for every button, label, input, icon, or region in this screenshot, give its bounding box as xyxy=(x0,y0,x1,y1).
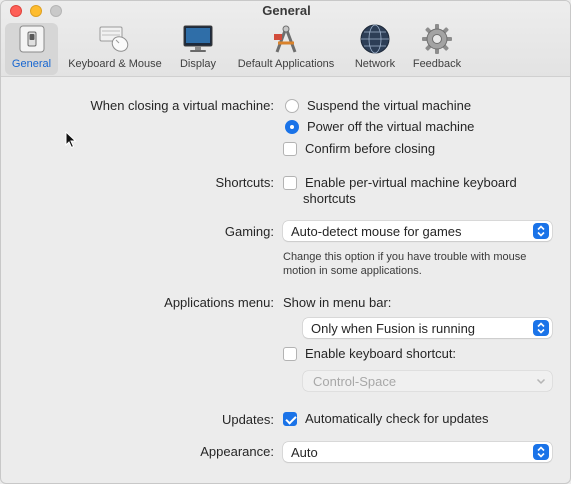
per-vm-shortcuts-checkbox[interactable]: Enable per-virtual machine keyboard xyxy=(283,175,517,190)
closing-label: When closing a virtual machine: xyxy=(90,98,274,113)
keyboard-shortcut-label: Enable keyboard shortcut: xyxy=(305,346,457,361)
auto-update-label: Automatically check for updates xyxy=(305,411,489,426)
toolbar-label-display: Display xyxy=(179,58,217,70)
keyboard-mouse-icon xyxy=(98,23,132,55)
toolbar-item-network[interactable]: Network xyxy=(350,23,400,75)
auto-update-checkbox[interactable]: Automatically check for updates xyxy=(283,411,489,426)
preferences-window: General General Keyboard & Mouse Display… xyxy=(0,0,571,484)
toolbar-item-display[interactable]: Display xyxy=(175,23,221,75)
updown-arrows-icon xyxy=(533,444,549,460)
feedback-gear-icon xyxy=(420,23,454,55)
toolbar-label-keyboard-mouse: Keyboard & Mouse xyxy=(68,58,162,70)
gaming-select-value: Auto-detect mouse for games xyxy=(291,223,462,239)
suspend-radio-button[interactable] xyxy=(285,98,299,113)
toolbar-label-general: General xyxy=(11,58,52,70)
per-vm-shortcuts-box[interactable] xyxy=(283,175,297,190)
updates-label: Updates: xyxy=(221,412,274,427)
general-switch-icon xyxy=(15,23,49,55)
confirm-before-closing-checkbox[interactable]: Confirm before closing xyxy=(283,141,435,156)
suspend-radio[interactable]: Suspend the virtual machine xyxy=(285,98,471,113)
power-off-radio[interactable]: Power off the virtual machine xyxy=(285,119,474,134)
toolbar-item-feedback[interactable]: Feedback xyxy=(409,23,465,75)
per-vm-shortcuts-label-line2: shortcuts xyxy=(303,191,356,206)
applications-menu-select[interactable]: Only when Fusion is running xyxy=(303,318,552,338)
display-icon xyxy=(181,23,215,55)
mouse-pointer-icon xyxy=(65,130,77,152)
keyboard-shortcut-select-value: Control-Space xyxy=(313,373,397,389)
suspend-radio-label: Suspend the virtual machine xyxy=(307,98,472,113)
confirm-before-closing-box[interactable] xyxy=(283,141,297,156)
appearance-select[interactable]: Auto xyxy=(283,442,552,462)
appearance-label: Appearance: xyxy=(200,444,274,459)
show-in-menu-bar-label: Show in menu bar: xyxy=(283,295,392,310)
gaming-label: Gaming: xyxy=(224,224,274,239)
keyboard-shortcut-checkbox[interactable]: Enable keyboard shortcut: xyxy=(283,346,456,361)
toolbar-label-feedback: Feedback xyxy=(412,58,462,70)
toolbar-label-network: Network xyxy=(354,58,396,70)
keyboard-shortcut-box[interactable] xyxy=(283,346,297,361)
default-applications-icon xyxy=(269,23,303,55)
toolbar-item-default-applications[interactable]: Default Applications xyxy=(231,23,341,75)
network-globe-icon xyxy=(358,23,392,55)
chevron-down-icon xyxy=(533,373,549,389)
power-off-radio-label: Power off the virtual machine xyxy=(307,119,475,134)
gaming-help-line2: motion in some applications. xyxy=(283,265,422,277)
gaming-select[interactable]: Auto-detect mouse for games xyxy=(283,221,552,241)
toolbar-label-default-applications: Default Applications xyxy=(237,58,335,70)
gaming-help-line1: Change this option if you have trouble w… xyxy=(283,251,527,263)
shortcuts-label: Shortcuts: xyxy=(215,175,274,190)
title-bar: General General Keyboard & Mouse Display… xyxy=(1,1,570,77)
appearance-select-value: Auto xyxy=(291,444,318,460)
updown-arrows-icon xyxy=(533,320,549,336)
updown-arrows-icon xyxy=(533,223,549,239)
per-vm-shortcuts-label-line1: Enable per-virtual machine keyboard xyxy=(305,175,517,190)
toolbar-item-keyboard-mouse[interactable]: Keyboard & Mouse xyxy=(63,23,167,75)
keyboard-shortcut-select[interactable]: Control-Space xyxy=(303,371,552,391)
window-title: General xyxy=(262,3,311,18)
toolbar-item-general[interactable]: General xyxy=(5,23,58,75)
confirm-before-closing-label: Confirm before closing xyxy=(305,141,436,156)
power-off-radio-button[interactable] xyxy=(285,119,299,134)
applications-menu-select-value: Only when Fusion is running xyxy=(311,320,476,336)
applications-menu-label: Applications menu: xyxy=(164,295,274,310)
auto-update-box[interactable] xyxy=(283,411,297,426)
